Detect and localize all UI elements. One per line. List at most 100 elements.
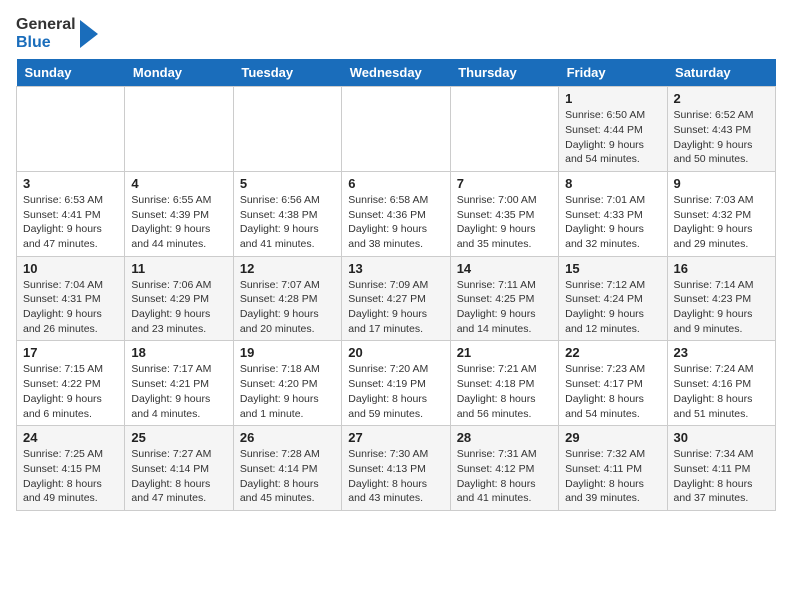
day-number: 19 (240, 345, 335, 360)
calendar-cell: 19 Sunrise: 7:18 AM Sunset: 4:20 PM Dayli… (233, 341, 341, 426)
day-number: 30 (674, 430, 769, 445)
day-number: 10 (23, 261, 118, 276)
calendar-cell: 29 Sunrise: 7:32 AM Sunset: 4:11 PM Dayli… (559, 426, 667, 511)
day-number: 29 (565, 430, 660, 445)
logo-blue: Blue (16, 34, 51, 51)
weekday-header-row: SundayMondayTuesdayWednesdayThursdayFrid… (17, 59, 776, 87)
calendar-cell (450, 87, 558, 172)
day-info: Sunrise: 7:21 AM Sunset: 4:18 PM Dayligh… (457, 362, 552, 421)
calendar-cell: 28 Sunrise: 7:31 AM Sunset: 4:12 PM Dayli… (450, 426, 558, 511)
calendar-cell (17, 87, 125, 172)
calendar-cell: 21 Sunrise: 7:21 AM Sunset: 4:18 PM Dayli… (450, 341, 558, 426)
calendar-cell: 22 Sunrise: 7:23 AM Sunset: 4:17 PM Dayli… (559, 341, 667, 426)
day-info: Sunrise: 7:03 AM Sunset: 4:32 PM Dayligh… (674, 193, 769, 252)
day-number: 8 (565, 176, 660, 191)
weekday-header-thursday: Thursday (450, 59, 558, 87)
calendar-cell (342, 87, 450, 172)
day-number: 1 (565, 91, 660, 106)
day-number: 15 (565, 261, 660, 276)
day-info: Sunrise: 7:18 AM Sunset: 4:20 PM Dayligh… (240, 362, 335, 421)
weekday-header-sunday: Sunday (17, 59, 125, 87)
day-number: 21 (457, 345, 552, 360)
day-number: 11 (131, 261, 226, 276)
day-number: 3 (23, 176, 118, 191)
logo-arrow-icon (80, 20, 98, 48)
day-info: Sunrise: 7:04 AM Sunset: 4:31 PM Dayligh… (23, 278, 118, 337)
calendar-cell: 23 Sunrise: 7:24 AM Sunset: 4:16 PM Dayli… (667, 341, 775, 426)
calendar-cell: 12Sunrise: 7:07 AM Sunset: 4:28 PM Dayli… (233, 256, 341, 341)
day-number: 22 (565, 345, 660, 360)
calendar-cell: 9 Sunrise: 7:03 AM Sunset: 4:32 PM Daylig… (667, 171, 775, 256)
logo: General Blue (16, 16, 98, 51)
day-info: Sunrise: 7:31 AM Sunset: 4:12 PM Dayligh… (457, 447, 552, 506)
day-number: 26 (240, 430, 335, 445)
calendar-body: 1 Sunrise: 6:50 AM Sunset: 4:44 PM Daylig… (17, 87, 776, 511)
calendar-cell: 10 Sunrise: 7:04 AM Sunset: 4:31 PM Dayli… (17, 256, 125, 341)
day-number: 18 (131, 345, 226, 360)
calendar-cell: 2 Sunrise: 6:52 AM Sunset: 4:43 PM Daylig… (667, 87, 775, 172)
day-info: Sunrise: 7:27 AM Sunset: 4:14 PM Dayligh… (131, 447, 226, 506)
calendar-week-5: 24 Sunrise: 7:25 AM Sunset: 4:15 PM Dayli… (17, 426, 776, 511)
calendar-cell: 14 Sunrise: 7:11 AM Sunset: 4:25 PM Dayli… (450, 256, 558, 341)
logo-general: General (16, 16, 76, 33)
day-info: Sunrise: 7:00 AM Sunset: 4:35 PM Dayligh… (457, 193, 552, 252)
weekday-header-tuesday: Tuesday (233, 59, 341, 87)
calendar-cell: 15 Sunrise: 7:12 AM Sunset: 4:24 PM Dayli… (559, 256, 667, 341)
calendar-table: SundayMondayTuesdayWednesdayThursdayFrid… (16, 59, 776, 511)
day-number: 13 (348, 261, 443, 276)
calendar-cell: 16Sunrise: 7:14 AM Sunset: 4:23 PM Dayli… (667, 256, 775, 341)
day-number: 2 (674, 91, 769, 106)
calendar-cell (125, 87, 233, 172)
day-info: Sunrise: 6:56 AM Sunset: 4:38 PM Dayligh… (240, 193, 335, 252)
day-info: Sunrise: 6:58 AM Sunset: 4:36 PM Dayligh… (348, 193, 443, 252)
day-number: 28 (457, 430, 552, 445)
day-number: 4 (131, 176, 226, 191)
day-info: Sunrise: 7:20 AM Sunset: 4:19 PM Dayligh… (348, 362, 443, 421)
weekday-header-monday: Monday (125, 59, 233, 87)
day-info: Sunrise: 7:06 AM Sunset: 4:29 PM Dayligh… (131, 278, 226, 337)
calendar-cell: 4 Sunrise: 6:55 AM Sunset: 4:39 PM Daylig… (125, 171, 233, 256)
calendar-week-2: 3Sunrise: 6:53 AM Sunset: 4:41 PM Daylig… (17, 171, 776, 256)
day-number: 25 (131, 430, 226, 445)
day-number: 17 (23, 345, 118, 360)
calendar-cell: 20 Sunrise: 7:20 AM Sunset: 4:19 PM Dayli… (342, 341, 450, 426)
calendar-cell: 5 Sunrise: 6:56 AM Sunset: 4:38 PM Daylig… (233, 171, 341, 256)
day-info: Sunrise: 7:32 AM Sunset: 4:11 PM Dayligh… (565, 447, 660, 506)
day-number: 24 (23, 430, 118, 445)
calendar-cell: 17 Sunrise: 7:15 AM Sunset: 4:22 PM Dayli… (17, 341, 125, 426)
day-number: 20 (348, 345, 443, 360)
calendar-cell: 26Sunrise: 7:28 AM Sunset: 4:14 PM Dayli… (233, 426, 341, 511)
day-info: Sunrise: 6:52 AM Sunset: 4:43 PM Dayligh… (674, 108, 769, 167)
calendar-week-4: 17 Sunrise: 7:15 AM Sunset: 4:22 PM Dayli… (17, 341, 776, 426)
day-number: 9 (674, 176, 769, 191)
calendar-week-1: 1 Sunrise: 6:50 AM Sunset: 4:44 PM Daylig… (17, 87, 776, 172)
header: General Blue (16, 16, 776, 51)
calendar-cell: 13Sunrise: 7:09 AM Sunset: 4:27 PM Dayli… (342, 256, 450, 341)
day-info: Sunrise: 7:24 AM Sunset: 4:16 PM Dayligh… (674, 362, 769, 421)
logo-text: General Blue (16, 16, 76, 51)
calendar-header: SundayMondayTuesdayWednesdayThursdayFrid… (17, 59, 776, 87)
calendar-week-3: 10 Sunrise: 7:04 AM Sunset: 4:31 PM Dayli… (17, 256, 776, 341)
day-info: Sunrise: 7:14 AM Sunset: 4:23 PM Dayligh… (674, 278, 769, 337)
day-info: Sunrise: 7:17 AM Sunset: 4:21 PM Dayligh… (131, 362, 226, 421)
weekday-header-wednesday: Wednesday (342, 59, 450, 87)
day-number: 23 (674, 345, 769, 360)
day-info: Sunrise: 7:23 AM Sunset: 4:17 PM Dayligh… (565, 362, 660, 421)
calendar-cell: 3Sunrise: 6:53 AM Sunset: 4:41 PM Daylig… (17, 171, 125, 256)
calendar-cell: 7Sunrise: 7:00 AM Sunset: 4:35 PM Daylig… (450, 171, 558, 256)
day-number: 14 (457, 261, 552, 276)
day-info: Sunrise: 7:25 AM Sunset: 4:15 PM Dayligh… (23, 447, 118, 506)
calendar-cell: 1 Sunrise: 6:50 AM Sunset: 4:44 PM Daylig… (559, 87, 667, 172)
calendar-cell: 30Sunrise: 7:34 AM Sunset: 4:11 PM Dayli… (667, 426, 775, 511)
day-info: Sunrise: 6:50 AM Sunset: 4:44 PM Dayligh… (565, 108, 660, 167)
calendar-cell (233, 87, 341, 172)
calendar-cell: 25 Sunrise: 7:27 AM Sunset: 4:14 PM Dayli… (125, 426, 233, 511)
calendar-cell: 18 Sunrise: 7:17 AM Sunset: 4:21 PM Dayli… (125, 341, 233, 426)
day-number: 5 (240, 176, 335, 191)
day-info: Sunrise: 6:55 AM Sunset: 4:39 PM Dayligh… (131, 193, 226, 252)
day-info: Sunrise: 7:15 AM Sunset: 4:22 PM Dayligh… (23, 362, 118, 421)
day-info: Sunrise: 7:11 AM Sunset: 4:25 PM Dayligh… (457, 278, 552, 337)
day-number: 6 (348, 176, 443, 191)
day-info: Sunrise: 7:12 AM Sunset: 4:24 PM Dayligh… (565, 278, 660, 337)
calendar-cell: 11 Sunrise: 7:06 AM Sunset: 4:29 PM Dayli… (125, 256, 233, 341)
